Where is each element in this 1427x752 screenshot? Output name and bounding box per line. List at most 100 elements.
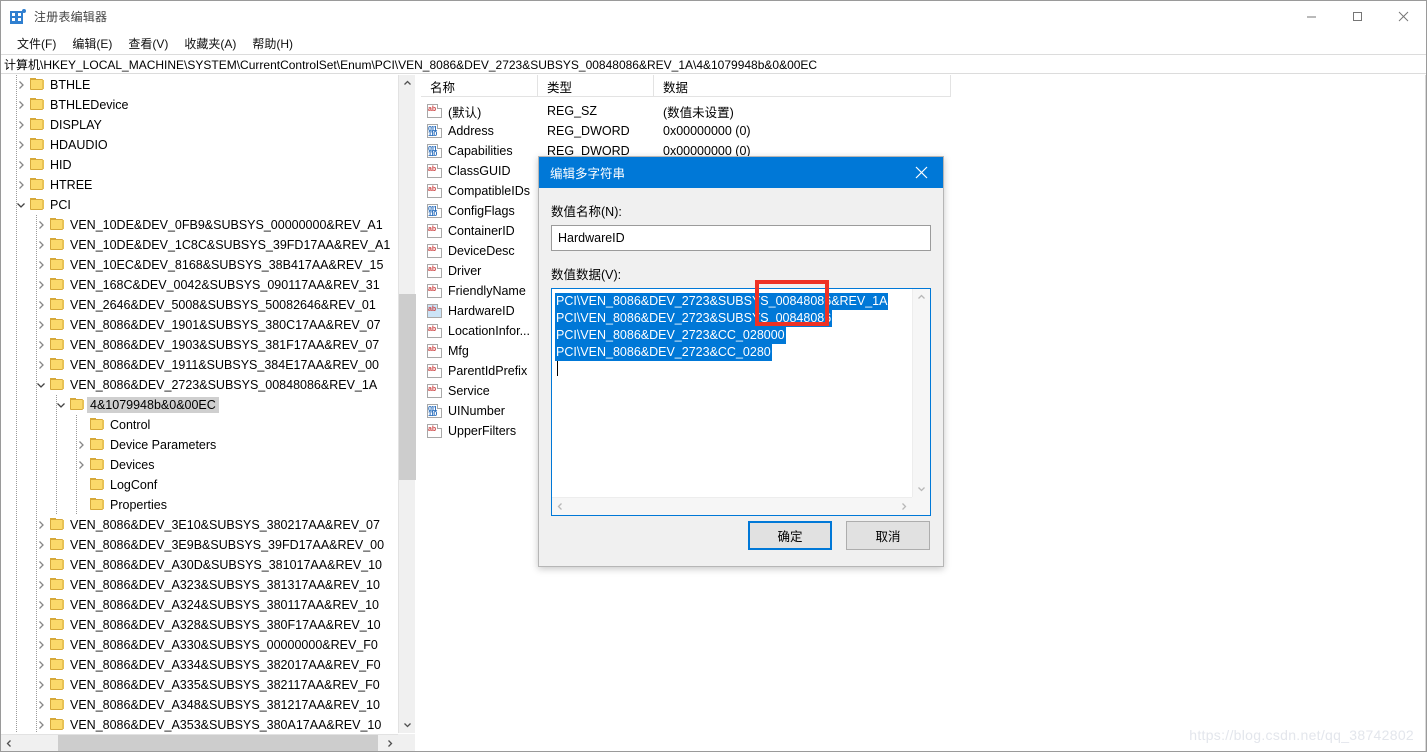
values-row[interactable]: 011 110 Address REG_DWORD 0x00000000 (0) xyxy=(421,121,951,141)
tree-item[interactable]: VEN_8086&DEV_A330&SUBSYS_00000000&REV_F0 xyxy=(1,635,398,655)
scroll-down-icon[interactable] xyxy=(399,716,416,733)
tree-item[interactable]: VEN_8086&DEV_1911&SUBSYS_384E17AA&REV_00 xyxy=(1,355,398,375)
string-value-icon: ab xyxy=(427,284,442,298)
tree-item[interactable]: VEN_8086&DEV_1901&SUBSYS_380C17AA&REV_07 xyxy=(1,315,398,335)
folder-icon xyxy=(89,458,105,472)
tree-hscroll-thumb[interactable] xyxy=(58,735,378,751)
menu-file[interactable]: 文件(F) xyxy=(9,33,64,54)
menu-help[interactable]: 帮助(H) xyxy=(244,33,301,54)
tree-item[interactable]: VEN_8086&DEV_2723&SUBSYS_00848086&REV_1A xyxy=(1,375,398,395)
tree-scroll-thumb[interactable] xyxy=(399,294,416,480)
value-data-textarea[interactable]: PCI\VEN_8086&DEV_2723&SUBSYS_00848086&RE… xyxy=(551,288,931,516)
dialog-title: 编辑多字符串 xyxy=(550,167,626,181)
tree-item[interactable]: VEN_8086&DEV_A353&SUBSYS_380A17AA&REV_10 xyxy=(1,715,398,733)
column-header-data[interactable]: 数据 xyxy=(654,75,951,97)
tree-item-selected[interactable]: 4&1079948b&0&00EC xyxy=(1,395,398,415)
registry-tree-pane: BTHLE BTHLEDevice DISPLAY HDAUDIO HID HTREE PC… xyxy=(1,75,416,751)
tree-item[interactable]: Device Parameters xyxy=(1,435,398,455)
tree-item[interactable]: VEN_8086&DEV_A348&SUBSYS_381217AA&REV_10 xyxy=(1,695,398,715)
tree-guide-line xyxy=(36,555,37,575)
tree-item[interactable]: HTREE xyxy=(1,175,398,195)
tree-item[interactable]: BTHLE xyxy=(1,75,398,95)
tree-guide-line xyxy=(76,455,77,475)
values-name-label: UINumber xyxy=(448,404,505,418)
tree-item[interactable]: VEN_8086&DEV_A323&SUBSYS_381317AA&REV_10 xyxy=(1,575,398,595)
dialog-title-bar: 编辑多字符串 xyxy=(539,157,943,188)
menu-favorites[interactable]: 收藏夹(A) xyxy=(176,33,244,54)
folder-icon xyxy=(49,518,65,532)
address-bar[interactable]: 计算机\HKEY_LOCAL_MACHINE\SYSTEM\CurrentCon… xyxy=(1,54,1426,74)
values-name-label: ConfigFlags xyxy=(448,204,515,218)
value-name-input[interactable]: HardwareID xyxy=(551,225,931,251)
caret-row xyxy=(555,360,912,377)
string-value-icon: ab xyxy=(427,224,442,238)
tree-item-label: VEN_8086&DEV_3E10&SUBSYS_380217AA&REV_07 xyxy=(70,518,380,532)
values-cell-type: REG_SZ xyxy=(547,104,598,118)
tree-item[interactable]: PCI xyxy=(1,195,398,215)
tree-guide-line xyxy=(16,95,17,115)
values-row[interactable]: ab (默认) REG_SZ (数值未设置) xyxy=(421,101,951,121)
dialog-buttons: 确定 取消 xyxy=(539,504,943,566)
tree-item[interactable]: VEN_10DE&DEV_1C8C&SUBSYS_39FD17AA&REV_A1 xyxy=(1,235,398,255)
tree-item[interactable]: HID xyxy=(1,155,398,175)
folder-icon xyxy=(49,298,65,312)
tree-item[interactable]: HDAUDIO xyxy=(1,135,398,155)
textarea-scroll-up-icon[interactable] xyxy=(913,289,930,306)
values-name-label: ClassGUID xyxy=(448,164,511,178)
tree-horizontal-scrollbar[interactable] xyxy=(1,734,398,751)
tree-item[interactable]: VEN_8086&DEV_A328&SUBSYS_380F17AA&REV_10 xyxy=(1,615,398,635)
textarea-scroll-down-icon[interactable] xyxy=(913,480,930,497)
scroll-right-icon[interactable] xyxy=(381,735,398,751)
close-button[interactable] xyxy=(1380,1,1426,32)
tree-guide-line xyxy=(16,655,17,675)
values-cell-name: ab ClassGUID xyxy=(421,164,538,178)
menu-view[interactable]: 查看(V) xyxy=(120,33,176,54)
tree-item[interactable]: VEN_8086&DEV_A335&SUBSYS_382117AA&REV_F0 xyxy=(1,675,398,695)
tree-item[interactable]: VEN_8086&DEV_1903&SUBSYS_381F17AA&REV_07 xyxy=(1,335,398,355)
string-value-icon: ab xyxy=(427,324,442,338)
menu-edit[interactable]: 编辑(E) xyxy=(64,33,120,54)
tree-item[interactable]: DISPLAY xyxy=(1,115,398,135)
tree-vertical-scrollbar[interactable] xyxy=(398,75,416,733)
folder-icon xyxy=(89,438,105,452)
tree-item-label: PCI xyxy=(50,198,71,212)
tree-item[interactable]: VEN_168C&DEV_0042&SUBSYS_090117AA&REV_31 xyxy=(1,275,398,295)
folder-icon xyxy=(49,378,65,392)
tree-item[interactable]: VEN_8086&DEV_3E10&SUBSYS_380217AA&REV_07 xyxy=(1,515,398,535)
tree-item-label: VEN_8086&DEV_2723&SUBSYS_00848086&REV_1A xyxy=(70,378,378,392)
tree-item[interactable]: LogConf xyxy=(1,475,398,495)
column-header-name[interactable]: 名称 xyxy=(421,75,538,97)
tree-item[interactable]: VEN_8086&DEV_A324&SUBSYS_380117AA&REV_10 xyxy=(1,595,398,615)
ok-button[interactable]: 确定 xyxy=(748,520,832,550)
column-header-type[interactable]: 类型 xyxy=(538,75,654,97)
tree-item[interactable]: Control xyxy=(1,415,398,435)
window-controls xyxy=(1288,1,1426,32)
cancel-button[interactable]: 取消 xyxy=(846,520,930,550)
tree-item[interactable]: VEN_8086&DEV_3E9B&SUBSYS_39FD17AA&REV_00 xyxy=(1,535,398,555)
tree-item[interactable]: VEN_8086&DEV_A30D&SUBSYS_381017AA&REV_10 xyxy=(1,555,398,575)
tree-item[interactable]: VEN_8086&DEV_A334&SUBSYS_382017AA&REV_F0 xyxy=(1,655,398,675)
maximize-button[interactable] xyxy=(1334,1,1380,32)
tree-item-label: DISPLAY xyxy=(50,118,102,132)
minimize-button[interactable] xyxy=(1288,1,1334,32)
tree-guide-line xyxy=(16,715,17,733)
scroll-up-icon[interactable] xyxy=(399,75,416,92)
scroll-left-icon[interactable] xyxy=(1,735,18,751)
tree-item[interactable]: Devices xyxy=(1,455,398,475)
tree-item[interactable]: Properties xyxy=(1,495,398,515)
string-value-icon: ab xyxy=(427,184,442,198)
tree-item[interactable]: BTHLEDevice xyxy=(1,95,398,115)
values-name-label: ContainerID xyxy=(448,224,515,238)
string-value-icon: ab xyxy=(427,364,442,378)
tree-guide-line xyxy=(56,415,57,435)
tree-item[interactable]: VEN_10EC&DEV_8168&SUBSYS_38B417AA&REV_15 xyxy=(1,255,398,275)
values-cell-name: ab ParentIdPrefix xyxy=(421,364,538,378)
textarea-vertical-scrollbar[interactable] xyxy=(912,289,930,497)
dialog-close-icon[interactable] xyxy=(899,157,943,188)
values-cell-name: 011 110 Capabilities xyxy=(421,144,538,158)
tree-item[interactable]: VEN_10DE&DEV_0FB9&SUBSYS_00000000&REV_A1 xyxy=(1,215,398,235)
values-cell-name: ab LocationInfor... xyxy=(421,324,538,338)
tree-item[interactable]: VEN_2646&DEV_5008&SUBSYS_50082646&REV_01 xyxy=(1,295,398,315)
tree-guide-line xyxy=(16,115,17,135)
tree-guide-line xyxy=(76,475,77,495)
